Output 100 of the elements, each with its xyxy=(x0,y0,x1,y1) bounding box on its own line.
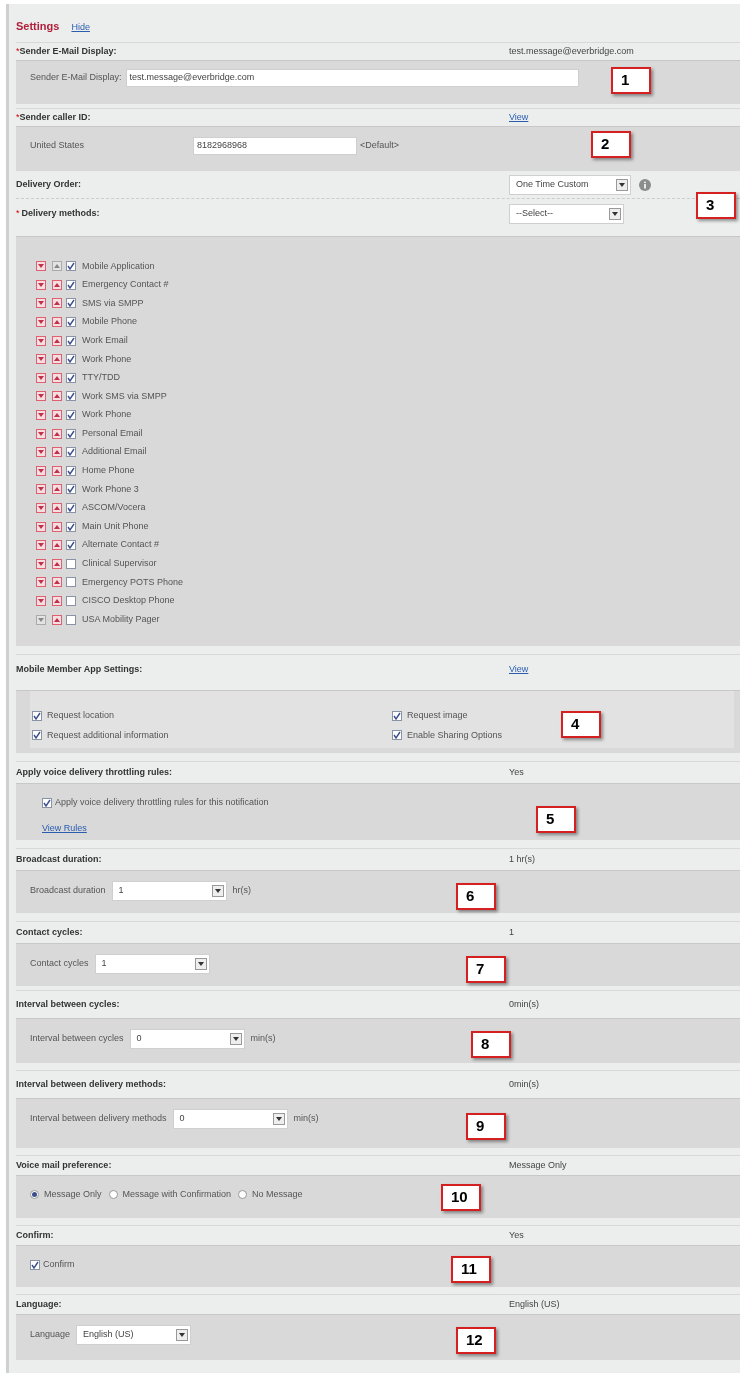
phone-input[interactable]: 8182968968 xyxy=(193,137,357,155)
move-up-button[interactable] xyxy=(52,335,62,346)
checkbox[interactable] xyxy=(66,354,76,365)
checkbox[interactable] xyxy=(32,710,42,721)
dropdown[interactable]: 0 xyxy=(129,1029,245,1049)
checkbox[interactable] xyxy=(66,372,76,383)
link[interactable]: Hide xyxy=(71,21,90,35)
checkbox[interactable] xyxy=(66,465,76,476)
checkbox[interactable] xyxy=(66,410,76,421)
move-up-button[interactable] xyxy=(52,391,62,402)
checkbox[interactable] xyxy=(66,279,76,290)
email-input[interactable]: test.message@everbridge.com xyxy=(125,69,579,87)
move-down-button[interactable] xyxy=(36,484,46,495)
move-down-button[interactable] xyxy=(36,614,46,625)
callout-number: 8 xyxy=(471,1031,511,1058)
link[interactable]: View xyxy=(509,662,529,677)
field-label: Apply voice delivery throttling rules: xyxy=(16,765,174,779)
check-icon xyxy=(393,711,401,720)
checkbox[interactable] xyxy=(66,335,76,346)
checkbox[interactable] xyxy=(392,710,402,721)
checkbox[interactable] xyxy=(66,484,76,495)
move-up-button[interactable] xyxy=(52,428,62,439)
move-down-button[interactable] xyxy=(36,465,46,476)
checkbox[interactable] xyxy=(66,558,76,569)
checkbox[interactable] xyxy=(42,797,52,808)
down-arrow-icon xyxy=(38,357,44,362)
method-label: USA Mobility Pager xyxy=(82,612,160,626)
radio-button[interactable] xyxy=(30,1190,39,1200)
checkbox[interactable] xyxy=(32,730,42,741)
checkbox[interactable] xyxy=(66,391,76,402)
radio-button[interactable] xyxy=(238,1190,248,1200)
checkbox[interactable] xyxy=(66,577,76,588)
method-label: Work Phone 3 xyxy=(82,482,139,496)
move-down-button[interactable] xyxy=(36,279,46,290)
check-icon xyxy=(67,541,75,550)
move-down-button[interactable] xyxy=(36,540,46,551)
move-down-button[interactable] xyxy=(36,335,46,346)
move-up-button[interactable] xyxy=(52,354,62,365)
caret-icon xyxy=(179,1333,186,1337)
move-up-button[interactable] xyxy=(52,447,62,458)
dropdown[interactable]: 1 xyxy=(111,881,227,901)
link[interactable]: View xyxy=(509,110,529,125)
page-title: Settings xyxy=(16,19,60,34)
up-arrow-icon xyxy=(54,431,60,436)
move-up-button[interactable] xyxy=(52,484,62,495)
field-label: *Sender E-Mail Display: xyxy=(16,44,118,58)
checkbox[interactable] xyxy=(66,540,76,551)
dropdown[interactable]: 0 xyxy=(172,1109,288,1129)
up-arrow-icon xyxy=(54,282,60,287)
link[interactable]: View Rules xyxy=(42,821,87,835)
move-down-button[interactable] xyxy=(36,521,46,532)
caret-icon xyxy=(197,962,204,966)
move-down-button[interactable] xyxy=(36,372,46,383)
callout-number: 3 xyxy=(696,192,736,219)
move-down-button[interactable] xyxy=(36,428,46,439)
checkbox[interactable] xyxy=(66,317,76,328)
callout-number: 1 xyxy=(611,67,651,94)
dropdown[interactable]: One Time Custom xyxy=(509,174,631,195)
summary-value: English (US) xyxy=(509,1297,561,1311)
dropdown[interactable]: --Select-- xyxy=(509,203,624,224)
up-arrow-icon xyxy=(54,264,60,269)
move-down-button[interactable] xyxy=(36,317,46,328)
move-down-button[interactable] xyxy=(36,558,46,569)
move-down-button[interactable] xyxy=(36,261,46,272)
radio-button[interactable] xyxy=(108,1190,118,1200)
move-up-button[interactable] xyxy=(52,503,62,513)
move-up-button[interactable] xyxy=(52,614,62,625)
move-down-button[interactable] xyxy=(36,577,46,588)
move-up-button[interactable] xyxy=(52,596,62,606)
checkbox[interactable] xyxy=(66,596,76,606)
checkbox[interactable] xyxy=(66,447,76,458)
move-up-button[interactable] xyxy=(52,279,62,290)
dropdown[interactable]: 1 xyxy=(94,954,210,974)
move-down-button[interactable] xyxy=(36,596,46,606)
move-down-button[interactable] xyxy=(36,503,46,513)
callout-number: 6 xyxy=(456,883,496,910)
checkbox[interactable] xyxy=(66,614,76,625)
move-up-button[interactable] xyxy=(52,372,62,383)
move-up-button[interactable] xyxy=(52,465,62,476)
move-up-button[interactable] xyxy=(52,317,62,328)
move-down-button[interactable] xyxy=(36,354,46,365)
move-down-button[interactable] xyxy=(36,410,46,421)
move-down-button[interactable] xyxy=(36,447,46,458)
move-down-button[interactable] xyxy=(36,391,46,402)
move-up-button[interactable] xyxy=(52,298,62,309)
field-label: Interval between delivery methods: xyxy=(16,1077,168,1091)
move-down-button[interactable] xyxy=(36,298,46,309)
move-up-button[interactable] xyxy=(52,410,62,421)
checkbox[interactable] xyxy=(30,1259,40,1270)
move-up-button[interactable] xyxy=(52,558,62,569)
checkbox[interactable] xyxy=(66,503,76,513)
dropdown[interactable]: English (US) xyxy=(76,1325,192,1345)
move-up-button[interactable] xyxy=(52,540,62,551)
checkbox[interactable] xyxy=(66,521,76,532)
checkbox[interactable] xyxy=(66,298,76,309)
move-up-button[interactable] xyxy=(52,521,62,532)
checkbox[interactable] xyxy=(66,261,76,272)
move-up-button[interactable] xyxy=(52,577,62,588)
checkbox[interactable] xyxy=(392,730,402,741)
checkbox[interactable] xyxy=(66,428,76,439)
